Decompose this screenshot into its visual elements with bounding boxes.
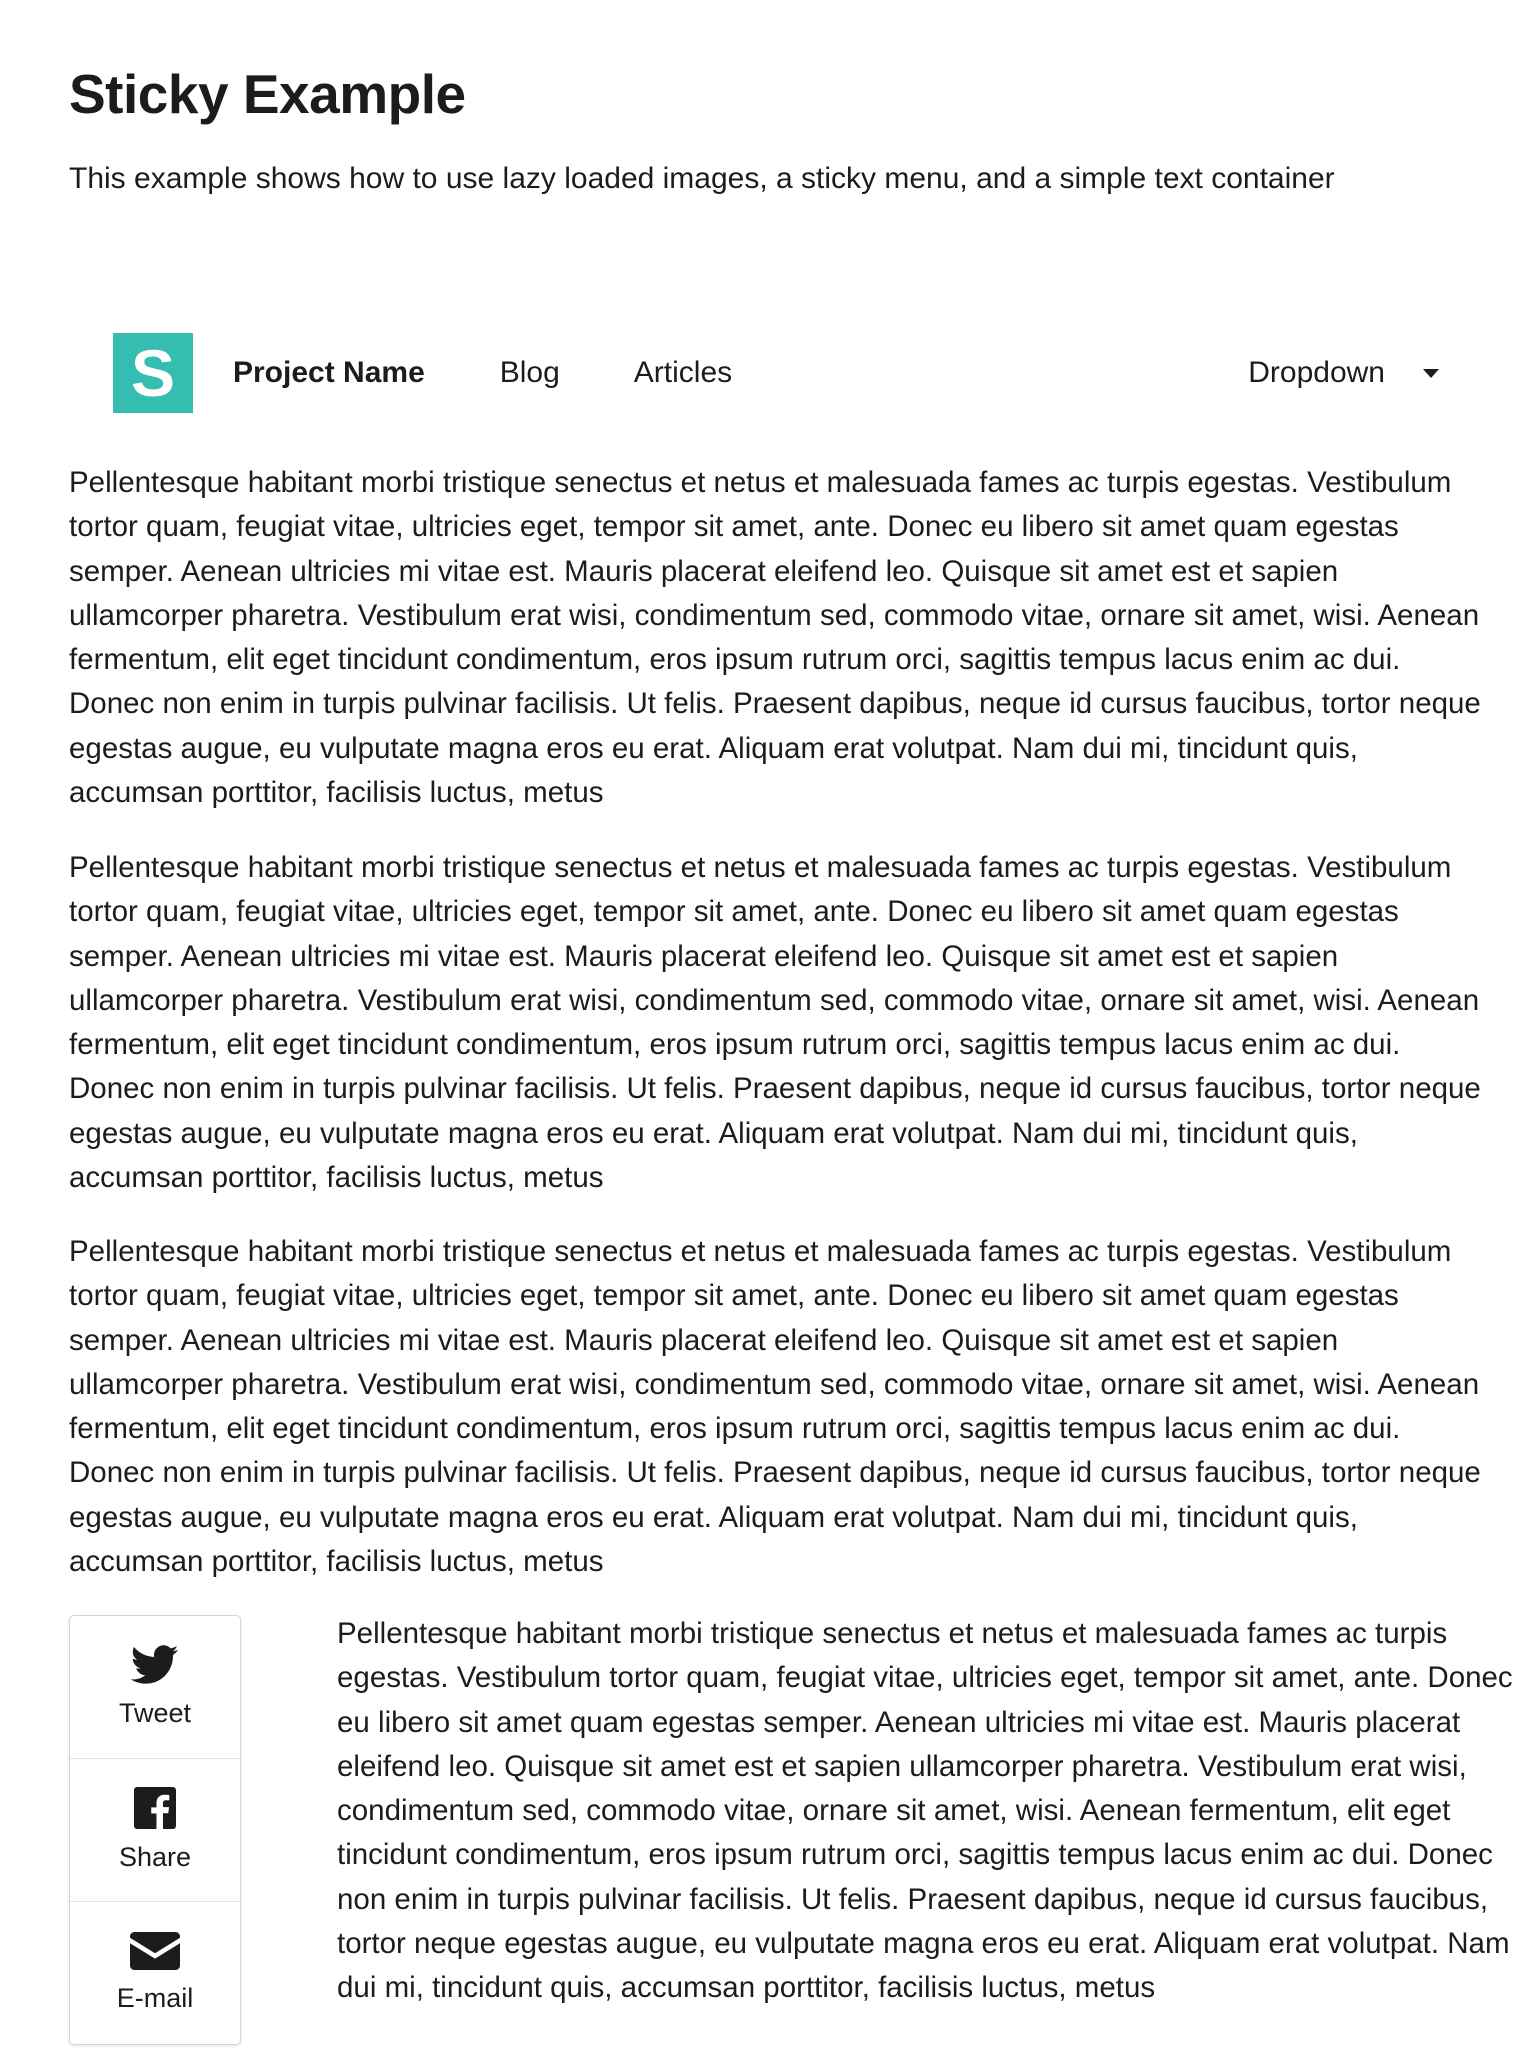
logo: S xyxy=(113,333,193,413)
text-paragraph-4: Pellentesque habitant morbi tristique se… xyxy=(337,1617,1513,2005)
email-label: E-mail xyxy=(116,1983,194,2013)
page-subtitle: This example shows how to use lazy loade… xyxy=(69,162,1335,195)
menu-item-brand[interactable]: Project Name xyxy=(233,354,462,392)
share-button[interactable]: Share xyxy=(70,1759,240,1902)
menu-item-articles[interactable]: Articles xyxy=(597,354,769,392)
tweet-label: Tweet xyxy=(118,1698,192,1728)
email-button[interactable]: E-mail xyxy=(70,1902,240,2044)
mail-icon xyxy=(130,1932,180,1970)
menu-item-blog[interactable]: Blog xyxy=(462,354,597,392)
caret-down-icon xyxy=(1423,368,1439,378)
dropdown-menu[interactable]: Dropdown xyxy=(1248,356,1479,390)
text-paragraph-3: Pellentesque habitant morbi tristique se… xyxy=(69,1235,1481,1579)
dropdown-label: Dropdown xyxy=(1248,356,1385,389)
text-paragraph-2: Pellentesque habitant morbi tristique se… xyxy=(69,851,1481,1195)
logo-item[interactable]: S xyxy=(69,330,237,416)
sticky-menu: S Project Name Blog Articles Dropdown xyxy=(69,330,1479,416)
twitter-icon xyxy=(131,1645,179,1685)
facebook-icon xyxy=(134,1787,176,1829)
share-rail: Tweet Share E-mail xyxy=(69,1615,241,2045)
tweet-button[interactable]: Tweet xyxy=(70,1616,240,1759)
share-label: Share xyxy=(118,1842,192,1872)
page-title: Sticky Example xyxy=(69,63,466,125)
text-paragraph-1: Pellentesque habitant morbi tristique se… xyxy=(69,466,1481,810)
